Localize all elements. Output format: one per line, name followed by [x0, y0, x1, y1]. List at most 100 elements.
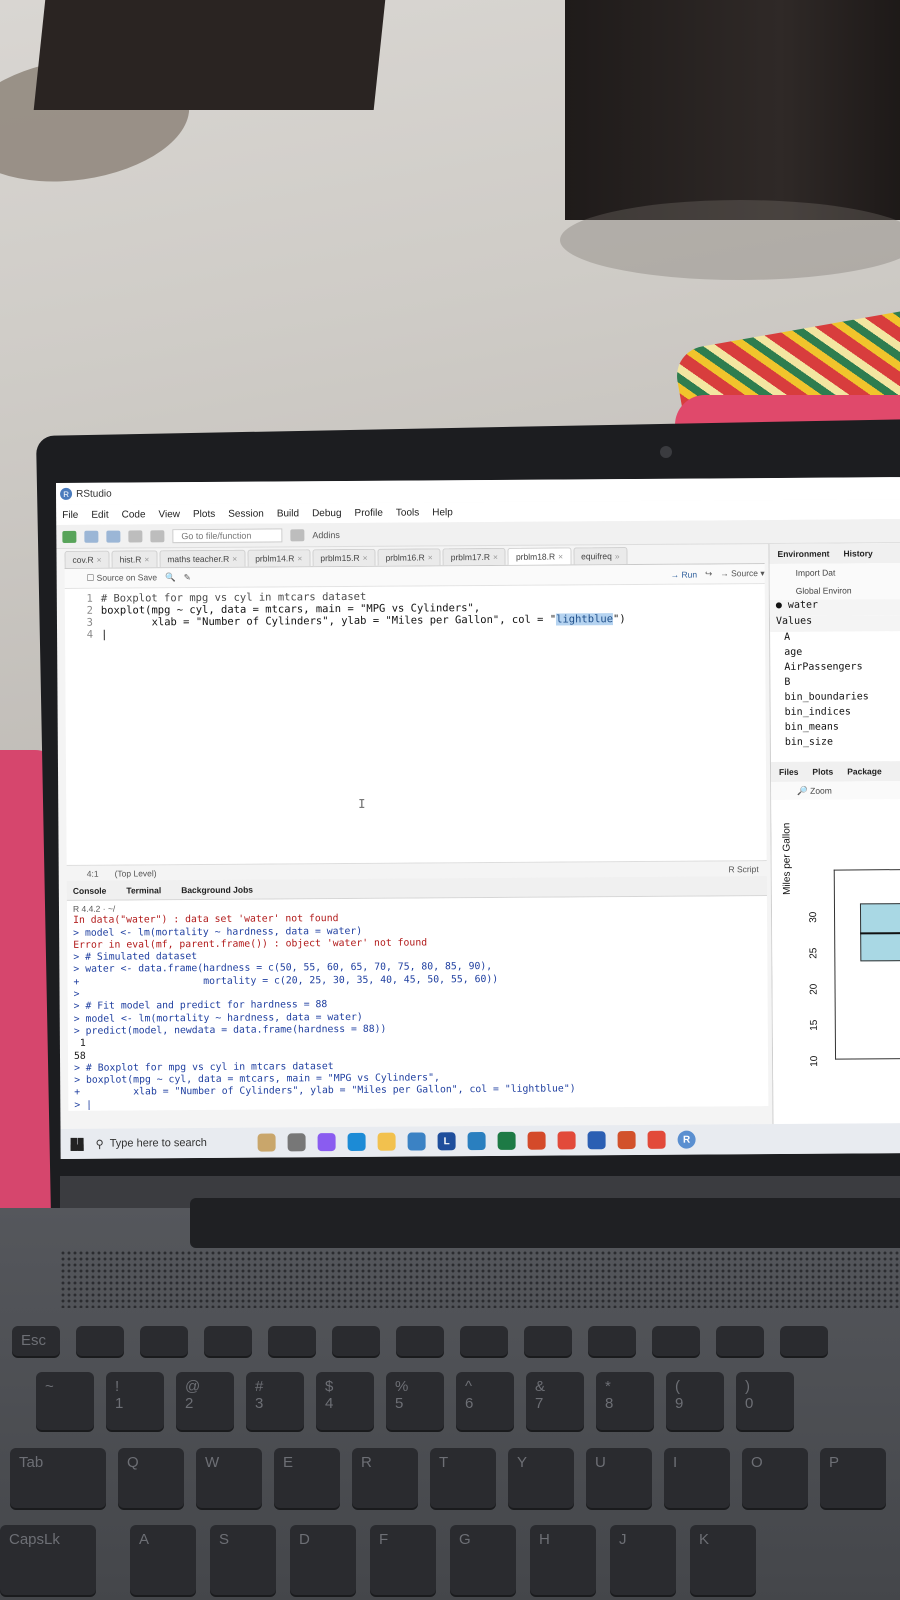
scope-selector[interactable]: (Top Level)	[115, 868, 157, 878]
mcafee-icon[interactable]	[527, 1131, 546, 1150]
env-value-item[interactable]: age	[770, 646, 900, 662]
filetype-selector[interactable]: R Script	[728, 864, 766, 874]
taskbar-search[interactable]: ⚲ Type here to search	[96, 1136, 246, 1150]
copilot-icon[interactable]	[317, 1133, 336, 1152]
source-button[interactable]: → Source ▾	[720, 568, 765, 579]
search-icon[interactable]: 🔍	[165, 572, 176, 583]
env-value-item[interactable]: bin_means	[771, 721, 900, 737]
open-file-icon[interactable]	[106, 530, 121, 543]
env-value-item[interactable]: A	[770, 631, 900, 647]
data-item-water[interactable]: ● water	[769, 599, 900, 617]
highlighted-text: lightblue	[556, 613, 614, 626]
close-icon[interactable]: ×	[297, 553, 302, 563]
wand-icon[interactable]: ✎	[184, 572, 191, 583]
tab-hist[interactable]: hist.R ×	[111, 550, 158, 568]
more-tabs-icon[interactable]: »	[615, 551, 620, 561]
rerun-icon[interactable]: ↪	[705, 568, 712, 579]
word-icon[interactable]	[587, 1131, 606, 1150]
open-project-icon[interactable]	[84, 530, 99, 543]
close-icon[interactable]: ×	[493, 552, 498, 562]
keyboard-key	[780, 1326, 828, 1356]
tab-prblm14[interactable]: prblm14.R ×	[247, 549, 311, 567]
furniture	[33, 0, 387, 110]
env-value-item[interactable]: B	[770, 676, 900, 692]
import-dataset-button[interactable]: Import Dat	[796, 568, 836, 578]
menu-debug[interactable]: Debug	[312, 508, 342, 519]
run-button[interactable]: → Run	[671, 569, 698, 579]
close-icon[interactable]: ×	[363, 553, 368, 563]
source-on-save-checkbox[interactable]: ☐ Source on Save	[87, 572, 158, 583]
excel-icon[interactable]	[497, 1131, 516, 1150]
task-view-icon[interactable]	[287, 1133, 306, 1152]
hinge-bar	[190, 1198, 900, 1248]
keyboard-key: J	[610, 1525, 676, 1595]
weather-icon[interactable]	[257, 1133, 276, 1152]
console-output[interactable]: R 4.4.2 · ~/In data("water") : data set …	[66, 896, 769, 1111]
menu-edit[interactable]: Edit	[91, 509, 108, 520]
menu-file[interactable]: File	[62, 509, 78, 520]
edge-icon[interactable]	[347, 1132, 366, 1151]
env-value-item[interactable]: bin_indices	[771, 706, 900, 722]
tab-terminal[interactable]: Terminal	[126, 885, 161, 895]
data-item-label: water	[787, 599, 819, 611]
menu-plots[interactable]: Plots	[193, 508, 215, 519]
code-editor[interactable]: 1 # Boxplot for mpg vs cyl in mtcars dat…	[64, 584, 767, 865]
menu-view[interactable]: View	[158, 509, 180, 520]
menu-session[interactable]: Session	[228, 508, 264, 519]
menu-profile[interactable]: Profile	[354, 507, 382, 518]
zoom-button[interactable]: 🔎 Zoom	[797, 785, 832, 796]
tab-console[interactable]: Console	[73, 885, 107, 895]
print-icon[interactable]	[150, 529, 165, 542]
tab-cov[interactable]: cov.R ×	[64, 550, 110, 568]
menu-code[interactable]: Code	[122, 509, 146, 520]
store-icon[interactable]	[467, 1132, 486, 1151]
env-value-item[interactable]: bin_size	[771, 736, 900, 752]
tab-history[interactable]: History	[843, 548, 872, 558]
menu-build[interactable]: Build	[277, 508, 299, 519]
goto-file-input[interactable]: Go to file/function	[172, 527, 283, 543]
global-env-selector[interactable]: Global Environ	[796, 585, 852, 595]
chrome-icon[interactable]	[557, 1131, 576, 1150]
tab-prblm15[interactable]: prblm15.R ×	[312, 548, 376, 567]
windows-start-icon[interactable]	[70, 1137, 84, 1151]
keyboard-key	[396, 1326, 444, 1356]
close-icon[interactable]: ×	[232, 554, 237, 564]
tab-prblm17[interactable]: prblm17.R ×	[442, 547, 506, 566]
keyboard-key: CapsLk	[0, 1525, 96, 1595]
close-icon[interactable]: ×	[558, 551, 563, 561]
tab-background-jobs[interactable]: Background Jobs	[181, 884, 253, 895]
grid-icon[interactable]	[290, 528, 305, 541]
close-icon[interactable]: ×	[428, 552, 433, 562]
boxplot: Miles per Gallon 30 25 20 15 10	[771, 799, 900, 1081]
tab-environment[interactable]: Environment	[777, 549, 829, 559]
menu-tools[interactable]: Tools	[396, 507, 419, 518]
keyboard-key	[460, 1326, 508, 1356]
new-file-icon[interactable]	[62, 530, 77, 543]
mail-icon[interactable]	[407, 1132, 426, 1151]
powerpoint-icon[interactable]	[617, 1130, 636, 1150]
close-icon[interactable]: ×	[97, 555, 102, 565]
tab-prblm16[interactable]: prblm16.R ×	[377, 548, 441, 566]
keyboard-key: Y	[508, 1448, 574, 1508]
close-icon[interactable]: ×	[144, 554, 149, 564]
keyboard-key: G	[450, 1525, 516, 1595]
keyboard-key: * 8	[596, 1372, 654, 1430]
tab-packages[interactable]: Package	[847, 766, 882, 776]
tab-equifreq[interactable]: equifreq»	[573, 547, 628, 565]
tab-plots[interactable]: Plots	[812, 767, 833, 777]
tab-prblm18[interactable]: prblm18.R ×	[507, 547, 572, 565]
env-value-item[interactable]: bin_boundaries	[770, 691, 900, 707]
tab-files[interactable]: Files	[779, 767, 798, 777]
rstudio-taskbar-icon[interactable]: R	[677, 1130, 696, 1149]
menu-help[interactable]: Help	[432, 507, 453, 518]
l-app-icon[interactable]: L	[437, 1132, 456, 1151]
keyboard-key: $ 4	[316, 1372, 374, 1430]
save-icon[interactable]	[128, 529, 143, 542]
tab-label: hist.R	[119, 554, 142, 565]
webcam	[660, 446, 672, 458]
tab-maths-teacher[interactable]: maths teacher.R ×	[159, 549, 246, 568]
addins-button[interactable]: Addins	[312, 530, 340, 540]
file-explorer-icon[interactable]	[377, 1132, 396, 1151]
chrome-profile-icon[interactable]	[647, 1130, 666, 1149]
env-value-item[interactable]: AirPassengers	[770, 661, 900, 677]
